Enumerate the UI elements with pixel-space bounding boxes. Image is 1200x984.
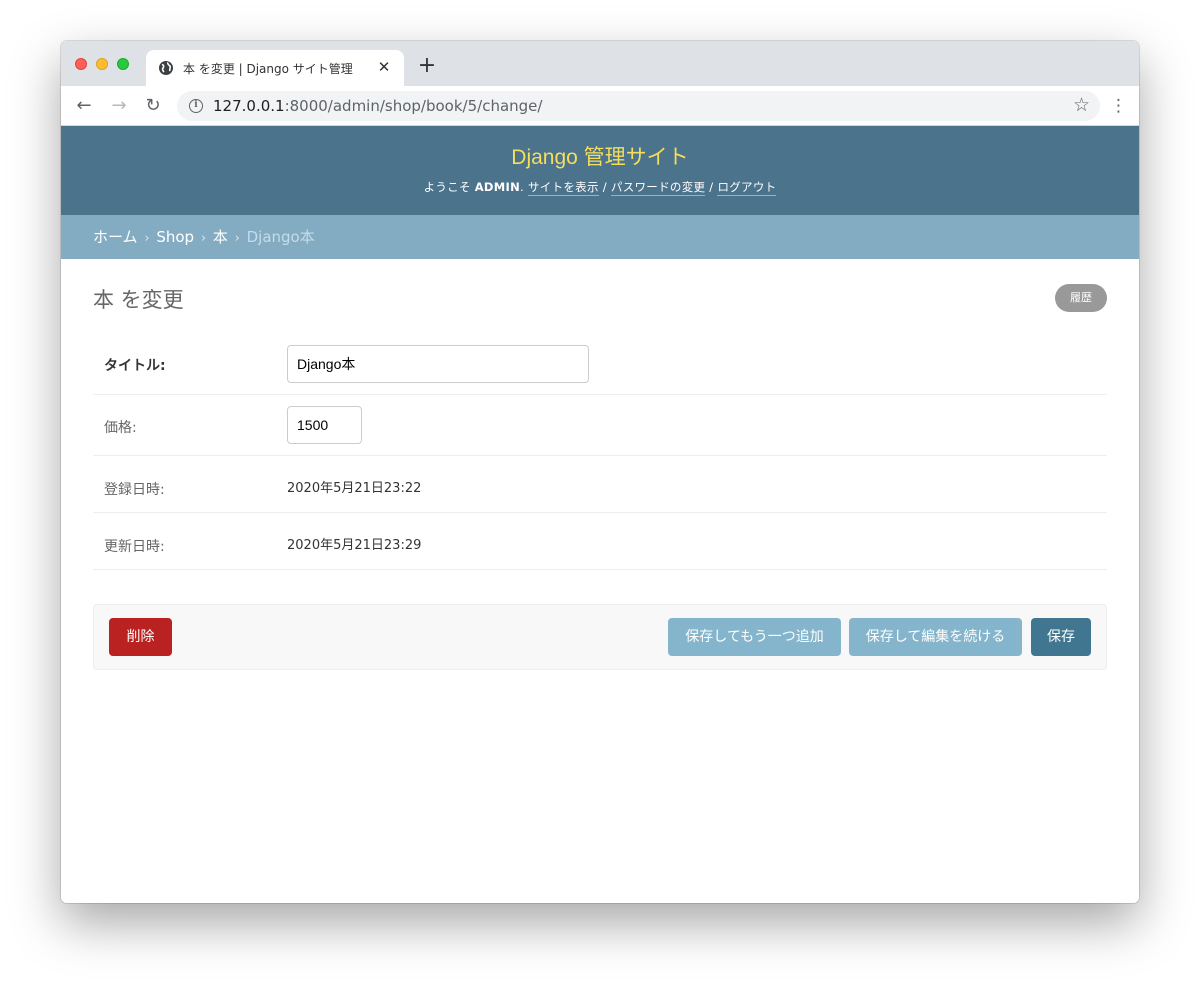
breadcrumb-model[interactable]: 本 [213,228,228,246]
welcome-text: ようこそ [423,180,471,194]
address-bar[interactable]: i 127.0.0.1:8000/admin/shop/book/5/chang… [177,91,1100,121]
tab-title: 本 を変更 | Django サイト管理 [183,62,353,76]
history-button[interactable]: 履歴 [1055,284,1107,312]
forward-arrow-icon[interactable]: → [108,95,130,117]
browser-toolbar: ← → ↻ i 127.0.0.1:8000/admin/shop/book/5… [61,86,1139,126]
browser-window: 本 を変更 | Django サイト管理 ✕ + ← → ↻ i 127.0.0… [61,41,1139,903]
created-value: 2020年5月21日23:22 [287,481,422,496]
url-path: :8000/admin/shop/book/5/change/ [284,97,543,115]
logout-link[interactable]: ログアウト [717,180,777,196]
breadcrumb-separator: › [234,231,240,246]
price-label: 価格: [104,420,137,436]
user-tools: ようこそ ADMIN. サイトを表示 / パスワードの変更 / ログアウト [61,179,1139,196]
user-tools-separator: / [602,180,607,194]
url-text[interactable]: 127.0.0.1:8000/admin/shop/book/5/change/ [213,97,542,115]
breadcrumb-home[interactable]: ホーム [93,228,138,246]
minimize-window-button[interactable] [96,58,108,70]
form-row-updated: 更新日時: 2020年5月21日23:29 [93,513,1107,570]
breadcrumb-separator: › [144,231,150,246]
created-label: 登録日時: [104,482,165,498]
browser-menu-icon[interactable]: ⋮ [1110,95,1127,117]
view-site-link[interactable]: サイトを表示 [527,180,599,196]
user-tools-separator: / [709,180,714,194]
form-row-price: 価格: 1500 [93,395,1107,456]
bookmark-star-icon[interactable]: ☆ [1073,94,1090,116]
form-row-created: 登録日時: 2020年5月21日23:22 [93,456,1107,513]
welcome-period: . [520,180,524,194]
save-add-another-button[interactable]: 保存してもう一つ追加 [668,618,841,656]
browser-tab[interactable]: 本 を変更 | Django サイト管理 ✕ [146,50,404,86]
breadcrumb-separator: › [200,231,207,246]
username: ADMIN [474,180,521,194]
new-tab-button[interactable]: + [416,55,438,77]
breadcrumb: ホーム › Shop › 本 › Django本 [61,215,1139,259]
globe-icon [159,61,173,75]
save-button[interactable]: 保存 [1031,618,1091,656]
updated-label: 更新日時: [104,539,165,555]
tab-strip: 本 を変更 | Django サイト管理 ✕ + [61,41,1139,86]
info-icon[interactable]: i [189,99,203,113]
change-password-link[interactable]: パスワードの変更 [610,180,706,196]
tab-close-icon[interactable]: ✕ [374,57,394,77]
admin-header: Django 管理サイト ようこそ ADMIN. サイトを表示 / パスワードの… [61,126,1139,215]
page-title: 本 を変更 [93,288,184,312]
url-host: 127.0.0.1 [213,97,285,115]
breadcrumb-app[interactable]: Shop [156,228,194,246]
title-label: タイトル: [104,358,166,374]
site-branding[interactable]: Django 管理サイト [61,126,1139,171]
back-arrow-icon[interactable]: ← [73,95,95,117]
form-row-title: タイトル: Django本 [93,334,1107,395]
save-continue-button[interactable]: 保存して編集を続ける [849,618,1022,656]
updated-value: 2020年5月21日23:29 [287,538,422,553]
reload-icon[interactable]: ↻ [142,95,164,117]
breadcrumb-current: Django本 [246,228,315,246]
delete-button[interactable]: 削除 [109,618,172,656]
zoom-window-button[interactable] [117,58,129,70]
title-input[interactable]: Django本 [287,345,589,383]
close-window-button[interactable] [75,58,87,70]
submit-row: 削除 保存してもう一つ追加 保存して編集を続ける 保存 [93,604,1107,670]
change-form: タイトル: Django本 価格: 1500 登録日時: 2020年5月21日2… [93,334,1107,570]
price-input[interactable]: 1500 [287,406,362,444]
admin-page: Django 管理サイト ようこそ ADMIN. サイトを表示 / パスワードの… [61,126,1139,903]
